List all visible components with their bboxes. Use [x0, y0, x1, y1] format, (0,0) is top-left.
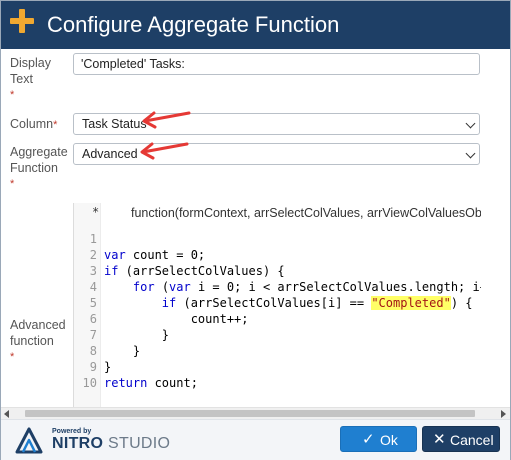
code-text: count++; — [104, 312, 249, 326]
scroll-left-icon[interactable] — [4, 410, 9, 418]
checkmark-icon: ✓ — [362, 431, 375, 448]
configure-aggregate-function-dialog: Configure Aggregate Function Display Tex… — [0, 0, 511, 460]
function-signature-row: * function(formContext, arrSelectColValu… — [74, 203, 481, 223]
code-line: 8 } — [74, 343, 481, 359]
code-line: 1 — [74, 231, 481, 247]
horizontal-scrollbar[interactable] — [1, 407, 510, 419]
signature-marker: * — [92, 205, 100, 219]
plus-icon — [10, 9, 34, 33]
line-number: 5 — [89, 296, 97, 310]
line-number: 8 — [89, 344, 97, 358]
code-line: 2 var count = 0; — [74, 247, 481, 263]
close-icon: ✕ — [433, 431, 446, 448]
dialog-title-bar: Configure Aggregate Function — [1, 1, 510, 49]
code-text: if (arrSelectColValues[i] == "Completed"… — [161, 296, 473, 310]
scroll-right-icon[interactable] — [501, 410, 506, 418]
line-number: 6 — [89, 312, 97, 326]
code-text: for (var i = 0; i < arrSelectColValues.l… — [132, 280, 481, 294]
column-select-value: Task Status — [82, 117, 147, 131]
code-line: 6 count++; — [74, 311, 481, 327]
code-line: 7 } — [74, 327, 481, 343]
nitro-logo-icon — [15, 427, 43, 454]
annotation-arrow-icon — [142, 111, 191, 129]
code-text: } — [104, 328, 170, 342]
nitro-studio-logo: Powered by NITRO STUDIO — [14, 425, 170, 455]
form-area: Display Text * 'Completed' Tasks: Column… — [1, 49, 510, 407]
line-number: 10 — [82, 376, 97, 390]
code-text: return count; — [104, 376, 198, 390]
line-number: 1 — [89, 232, 97, 246]
code-text: } — [104, 344, 141, 358]
column-label: Column* — [10, 117, 58, 131]
annotation-arrow-icon — [140, 142, 189, 160]
ok-button[interactable]: ✓ Ok — [340, 426, 417, 452]
powered-by-text: Powered by — [52, 428, 92, 435]
required-marker: * — [10, 178, 15, 190]
advanced-function-label: Advanced function * — [10, 318, 66, 363]
code-line: 9} — [74, 359, 481, 375]
aggregate-function-label: Aggregate Function * — [10, 145, 68, 190]
line-number: 7 — [89, 328, 97, 342]
brand-name: NITRO STUDIO — [52, 435, 171, 452]
display-text-input[interactable]: 'Completed' Tasks: — [73, 53, 480, 75]
code-line: 5 if (arrSelectColValues[i] == "Complete… — [74, 295, 481, 311]
line-number: 3 — [89, 264, 97, 278]
display-text-label: Display Text * — [10, 56, 51, 101]
chevron-down-icon — [465, 148, 476, 159]
line-number: 2 — [89, 248, 97, 262]
line-number: 4 — [89, 280, 97, 294]
required-marker: * — [10, 89, 15, 101]
code-line: 3 if (arrSelectColValues) { — [74, 263, 481, 279]
required-marker: * — [53, 119, 58, 131]
code-line: 4 for (var i = 0; i < arrSelectColValues… — [74, 279, 481, 295]
code-line: 10 return count; — [74, 375, 481, 391]
code-text: } — [104, 360, 112, 374]
aggregate-function-select[interactable]: Advanced — [73, 143, 480, 165]
advanced-function-code-editor[interactable]: * function(formContext, arrSelectColValu… — [73, 203, 481, 407]
line-number: 9 — [89, 360, 97, 374]
cancel-button[interactable]: ✕ Cancel — [422, 426, 500, 452]
scrollbar-thumb[interactable] — [25, 410, 475, 417]
dialog-footer: Powered by NITRO STUDIO ✓ Ok ✕ Cancel — [1, 419, 510, 460]
chevron-down-icon — [465, 118, 476, 129]
function-signature: function(formContext, arrSelectColValues… — [131, 206, 481, 220]
code-text: if (arrSelectColValues) { — [104, 264, 285, 278]
aggregate-function-select-value: Advanced — [82, 147, 138, 161]
code-text: var count = 0; — [104, 248, 206, 262]
dialog-title: Configure Aggregate Function — [47, 12, 340, 37]
column-select[interactable]: Task Status — [73, 113, 480, 135]
required-marker: * — [10, 351, 15, 363]
